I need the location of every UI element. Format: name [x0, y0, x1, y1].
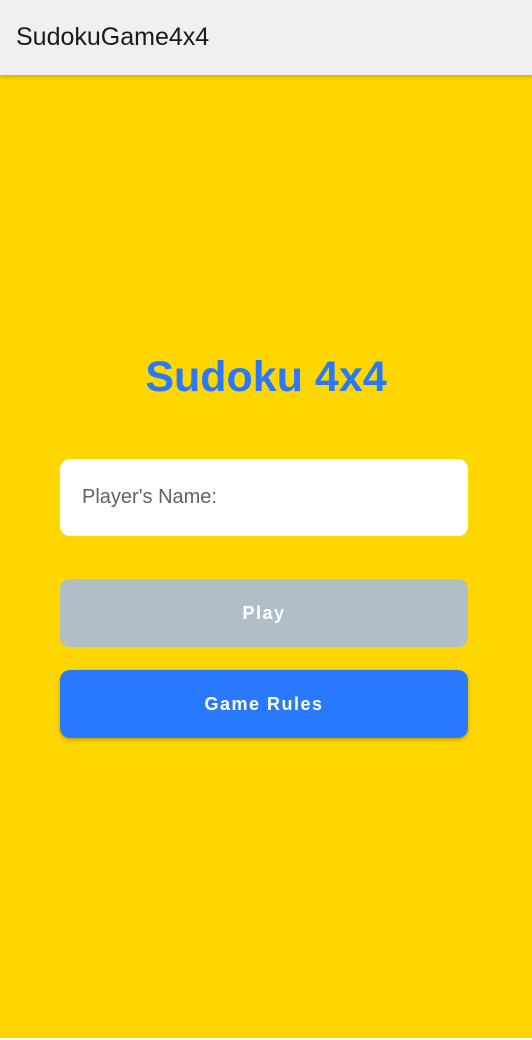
app-title: SudokuGame4x4 — [16, 23, 210, 51]
player-name-input[interactable] — [60, 459, 468, 536]
play-button[interactable]: Play — [60, 579, 468, 647]
app-bar: SudokuGame4x4 — [0, 0, 532, 75]
main-content: Sudoku 4x4 Play Game Rules — [0, 75, 532, 1038]
page-title: Sudoku 4x4 — [145, 353, 387, 401]
game-rules-button[interactable]: Game Rules — [60, 670, 468, 738]
